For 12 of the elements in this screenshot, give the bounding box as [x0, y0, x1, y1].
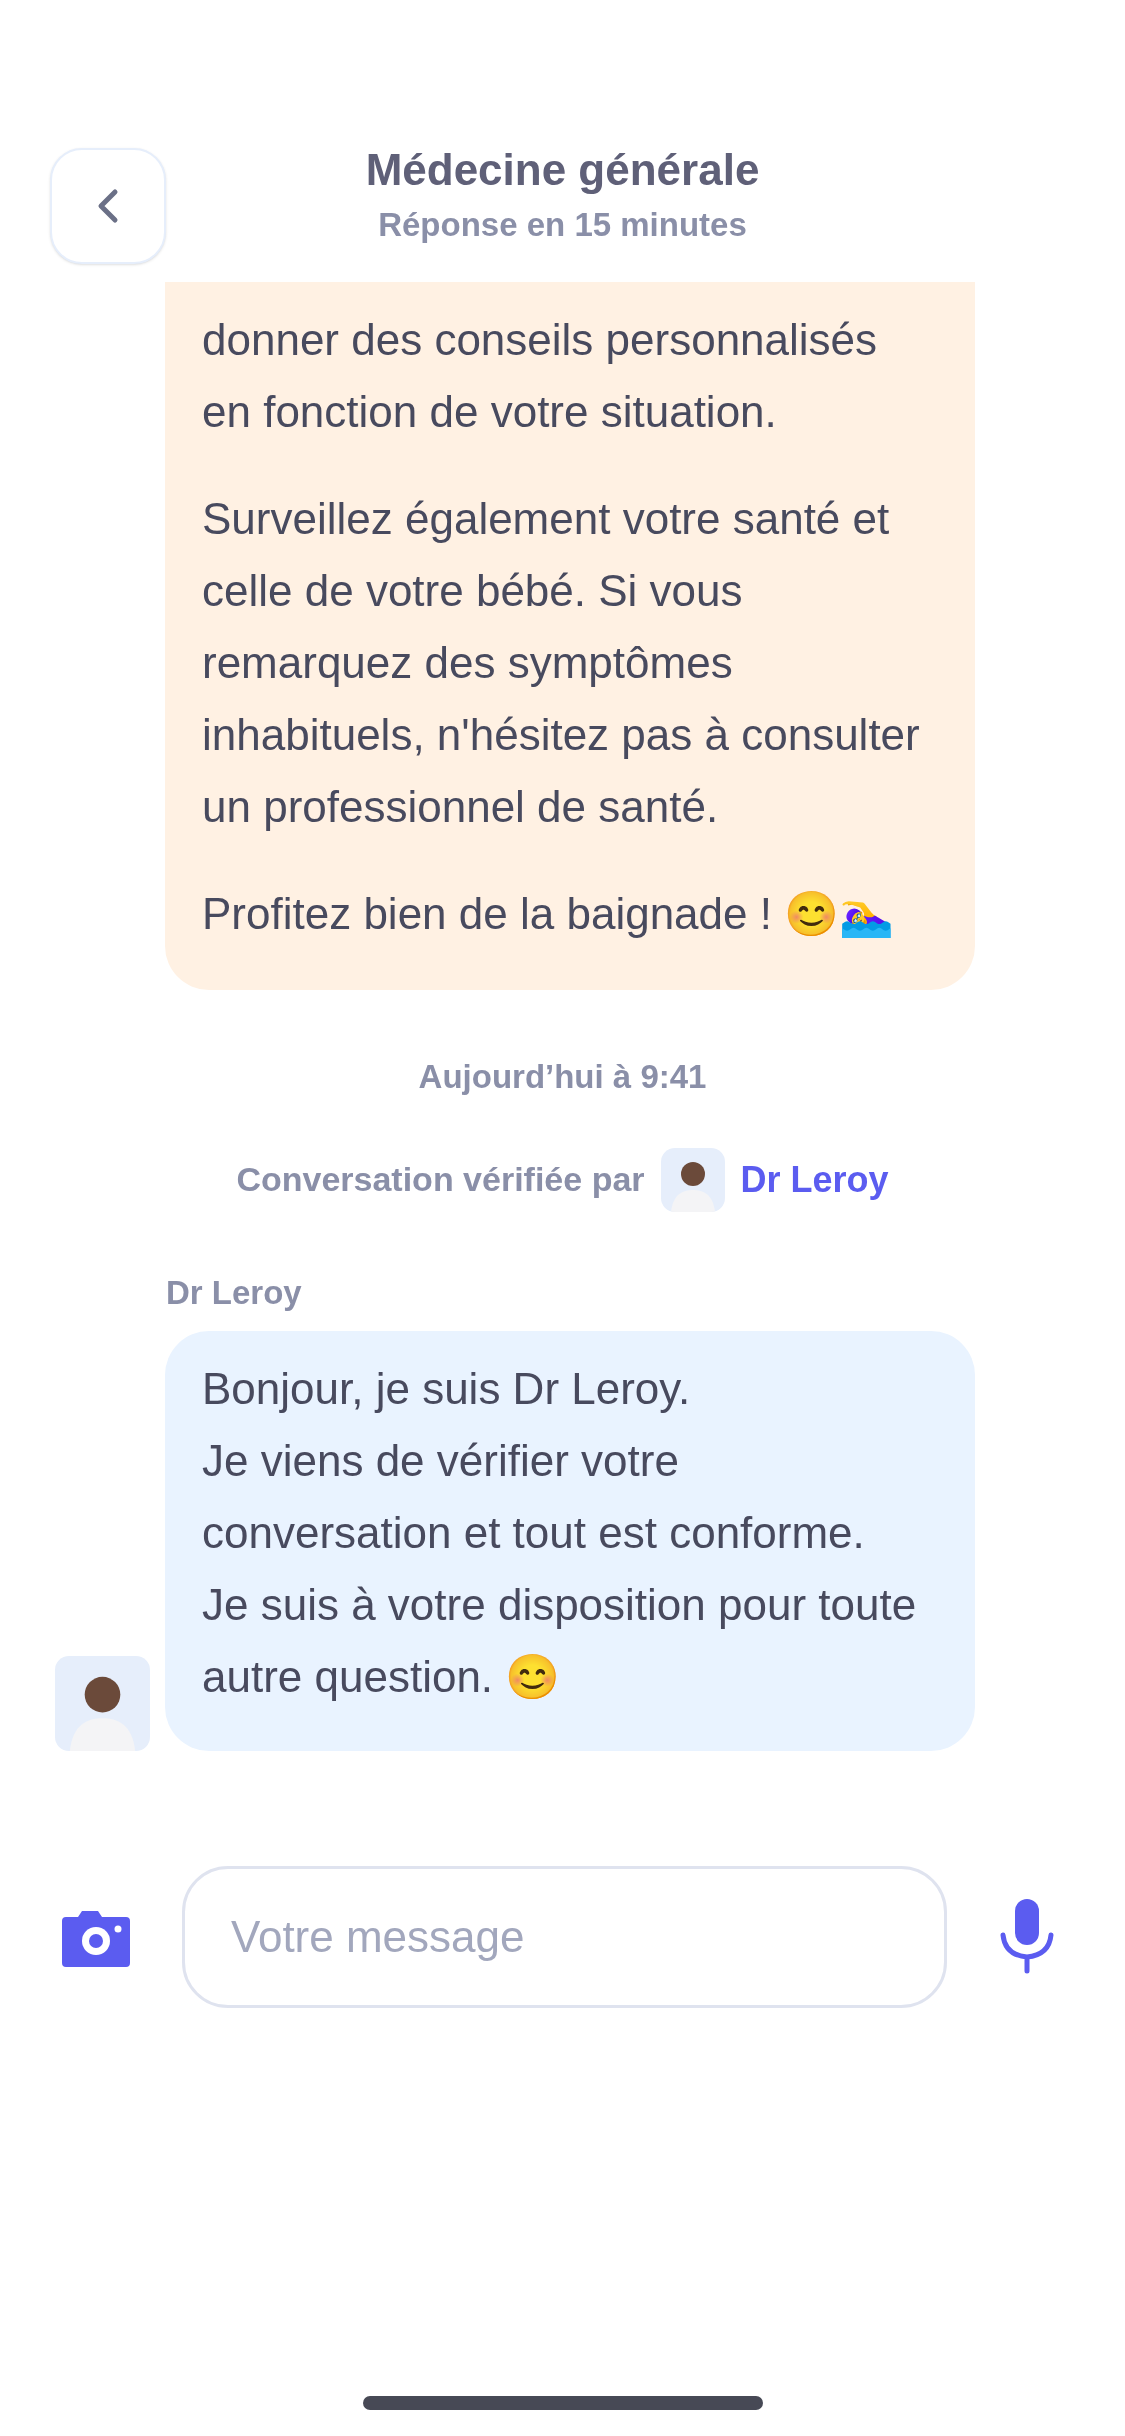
message-paragraph: donner des conseils personnalisés en fonction de votre situation. — [202, 314, 879, 438]
avatar — [660, 1147, 725, 1212]
verification-text: Conversation vérifiée par — [236, 1159, 645, 1200]
chat-title: Médecine générale — [365, 144, 760, 196]
message-paragraph: Surveillez également votre santé et celle de votre bébé. Si vous remarquez des symptômes inhabituels, n'hésitez pas à consulter un professionnel de santé. — [202, 493, 921, 833]
message-paragraph: Profitez bien de la baignade ! 😊🏊‍♀ — [202, 888, 896, 940]
message-field[interactable]: Votre message — [182, 1866, 947, 2008]
sender-name: Dr Leroy — [166, 1272, 302, 1313]
doctor-link[interactable]: Dr Leroy — [740, 1152, 889, 1207]
response-time: Réponse en 15 minutes — [378, 205, 747, 245]
timestamp: Aujourd’hui à 9:41 — [418, 1057, 707, 1097]
message-text: Bonjour, je suis Dr Leroy. Je viens de vérifier votre conversation et tout est conforme. Je suis à votre disposition pour toute autre question. 😊 — [202, 1363, 918, 1703]
